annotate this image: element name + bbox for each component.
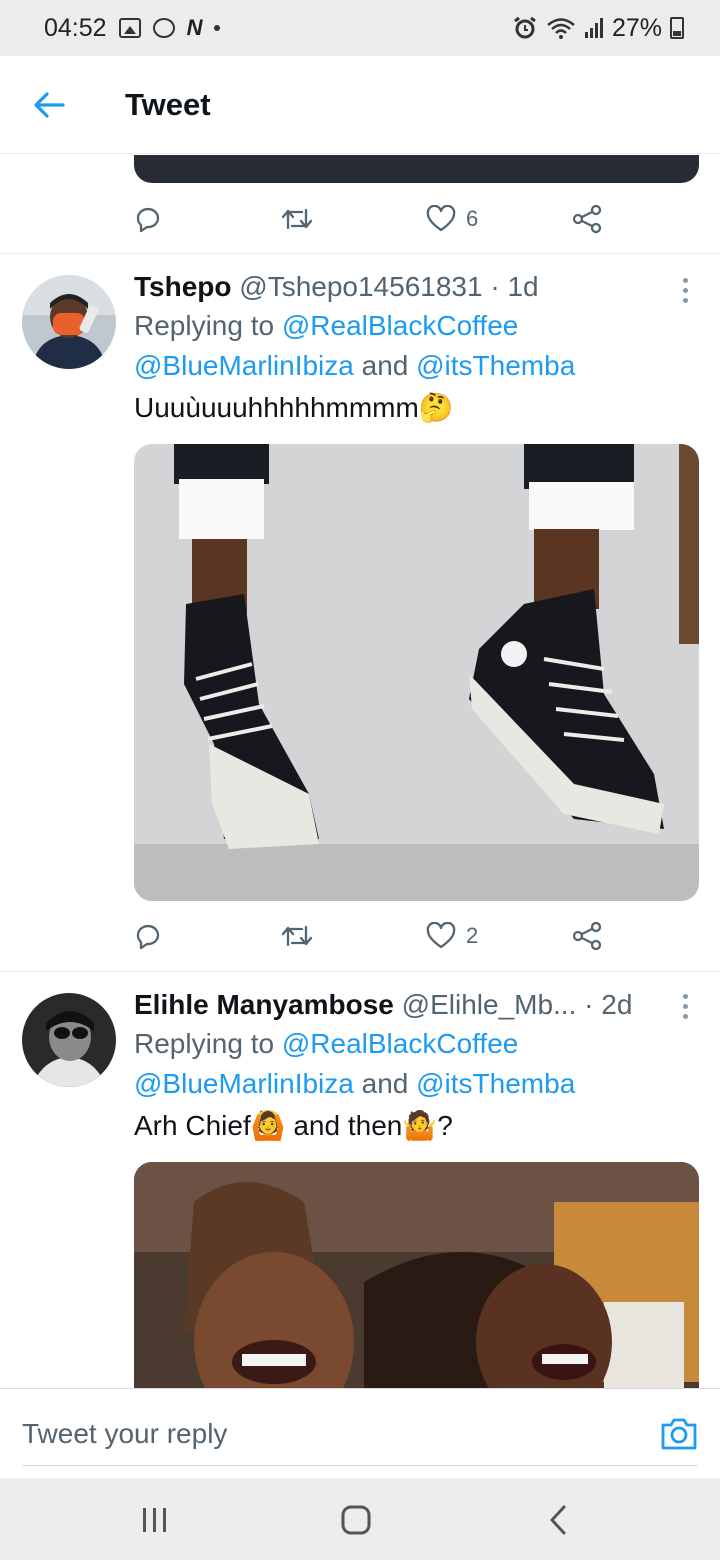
share-icon: [572, 921, 602, 951]
share-button[interactable]: [572, 204, 602, 234]
tweet-text: Arh Chief🙆 and then🤷?: [134, 1110, 453, 1141]
avatar[interactable]: [22, 275, 116, 369]
status-bar: 04:52 N 27%: [0, 0, 720, 56]
mention-itsthemba[interactable]: @itsThemba: [416, 350, 575, 381]
previous-tweet-actions: 6: [134, 199, 604, 239]
replying-conj: and: [361, 1068, 409, 1099]
reply-bar: [0, 1388, 720, 1478]
retweet-icon: [281, 208, 313, 230]
gallery-notification-icon: [118, 18, 141, 38]
retweet-button[interactable]: [280, 204, 314, 234]
reply-button[interactable]: [134, 921, 164, 951]
tweet-text: Uuuùuuuhhhhhmmmm🤔: [134, 392, 454, 423]
user-handle[interactable]: @Tshepo14561831: [239, 271, 482, 302]
tweet-header: Tshepo @Tshepo14561831 · 1d: [134, 270, 699, 304]
reply-underline: [22, 1465, 698, 1466]
mention-bluemarlinibiza[interactable]: @BlueMarlinIbiza: [134, 1068, 354, 1099]
mention-itsthemba[interactable]: @itsThemba: [416, 1068, 575, 1099]
mention-realblackcoffee[interactable]: @RealBlackCoffee: [282, 310, 518, 341]
tweet-media-laughing[interactable]: [134, 1162, 699, 1388]
whatsapp-notification-icon: [152, 18, 175, 38]
page-title: Tweet: [125, 86, 211, 122]
previous-tweet-media[interactable]: [134, 155, 699, 183]
tweet-header: Elihle Manyambose @Elihle_Mb... · 2d: [134, 988, 699, 1022]
display-name[interactable]: Elihle Manyambose: [134, 989, 394, 1020]
battery-icon: [670, 17, 684, 39]
like-count: 2: [466, 923, 479, 948]
reply-icon: [136, 924, 160, 950]
replying-conj: and: [361, 350, 409, 381]
back-icon[interactable]: [546, 1502, 572, 1538]
laughing-women-photo: [134, 1162, 699, 1388]
retweet-icon: [281, 925, 313, 947]
back-arrow-icon: [34, 91, 65, 118]
app-header: Tweet: [0, 56, 720, 154]
tweet-media-sneakers[interactable]: [134, 444, 699, 901]
replying-to: Replying to @RealBlackCoffee @BlueMarlin…: [134, 306, 699, 386]
tweet-actions: 2: [134, 916, 604, 956]
mention-bluemarlinibiza[interactable]: @BlueMarlinIbiza: [134, 350, 354, 381]
tweet-body: Elihle Manyambose @Elihle_Mb... · 2d Rep…: [134, 988, 699, 1146]
tweet-tshepo[interactable]: Tshepo @Tshepo14561831 · 1d Replying to …: [0, 254, 720, 971]
tweet-body: Tshepo @Tshepo14561831 · 1d Replying to …: [134, 270, 699, 428]
wifi-icon: [547, 18, 575, 39]
avatar-image: [22, 993, 116, 1087]
camera-icon[interactable]: [660, 1415, 698, 1451]
sneakers-photo: [134, 444, 699, 901]
recents-icon[interactable]: [140, 1502, 170, 1538]
tweet-time: · 1d: [490, 271, 539, 302]
tweet-reply-input[interactable]: [22, 1407, 622, 1461]
like-button[interactable]: 2: [426, 922, 478, 950]
status-time: 04:52: [44, 13, 107, 42]
avatar-image: [22, 275, 116, 369]
n-notification-icon: N: [186, 15, 203, 40]
retweet-button[interactable]: [280, 921, 314, 951]
user-handle[interactable]: @Elihle_Mb...: [402, 989, 577, 1020]
display-name[interactable]: Tshepo: [134, 271, 231, 302]
like-button[interactable]: 6: [426, 205, 478, 233]
like-count: 6: [466, 206, 479, 231]
avatar[interactable]: [22, 993, 116, 1087]
replying-to-label: Replying to: [134, 1028, 275, 1059]
reply-icon: [136, 207, 160, 233]
system-nav-bar: [0, 1478, 720, 1560]
tweet-elihle[interactable]: Elihle Manyambose @Elihle_Mb... · 2d Rep…: [0, 972, 720, 1388]
replying-to-label: Replying to: [134, 310, 275, 341]
alarm-icon: [514, 16, 536, 39]
share-icon: [572, 204, 602, 234]
tweet-time: · 2d: [584, 989, 633, 1020]
back-arrow-button[interactable]: [21, 77, 77, 133]
signal-icon: [584, 18, 603, 38]
reply-button[interactable]: [134, 204, 164, 234]
tweet-feed[interactable]: 6 Tshepo @Tshepo14561831 · 1d Replying t…: [0, 155, 720, 1388]
like-icon: [426, 922, 456, 949]
home-icon[interactable]: [340, 1502, 374, 1538]
replying-to: Replying to @RealBlackCoffee @BlueMarlin…: [134, 1024, 699, 1104]
like-icon: [426, 205, 456, 232]
battery-percent: 27%: [611, 13, 662, 42]
mention-realblackcoffee[interactable]: @RealBlackCoffee: [282, 1028, 518, 1059]
more-notifications-dot-icon: [214, 25, 221, 31]
share-button[interactable]: [572, 921, 602, 951]
